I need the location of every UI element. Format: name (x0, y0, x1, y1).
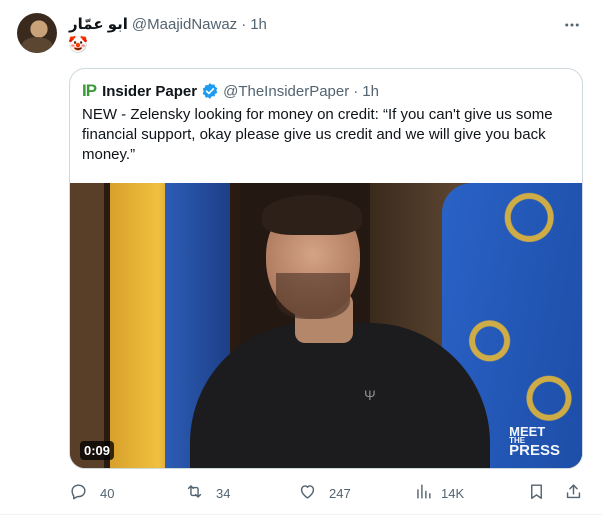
quoted-tweet-header: IP Insider Paper @TheInsiderPaper · 1h (82, 81, 379, 101)
separator-dot: · (241, 15, 247, 33)
quoted-author-logo: IP (82, 81, 97, 100)
video-player[interactable]: Ψ 0:09 MEET THE PRESS (70, 183, 582, 468)
more-icon[interactable] (562, 15, 582, 35)
bookmark-button[interactable] (527, 482, 546, 504)
author-name[interactable]: ابو عمّار (69, 15, 128, 33)
share-icon (564, 482, 583, 504)
quoted-tweet-time: 1h (362, 82, 379, 100)
like-count: 247 (329, 485, 351, 501)
speaker-hair (262, 195, 362, 235)
like-button[interactable]: 247 (298, 482, 351, 504)
speaker-beard (276, 273, 350, 319)
bookmark-icon (527, 482, 546, 504)
views-button[interactable]: 14K (414, 482, 464, 504)
action-bar: 40 34 247 14K (69, 482, 585, 504)
tweet-header: ابو عمّار @MaajidNawaz · 1h (69, 14, 267, 34)
avatar[interactable] (17, 13, 57, 53)
retweet-count: 34 (216, 485, 231, 501)
view-count: 14K (441, 485, 465, 501)
quoted-author-handle: @TheInsiderPaper (223, 82, 350, 100)
retweet-icon (185, 482, 204, 504)
author-handle[interactable]: @MaajidNawaz (132, 16, 237, 33)
tweet[interactable]: ابو عمّار @MaajidNawaz · 1h 🤡 IP Insider… (0, 0, 602, 515)
meet-the-press-logo: MEET THE PRESS (509, 425, 560, 459)
heart-icon (298, 482, 317, 504)
quoted-separator-dot: · (353, 82, 359, 100)
share-button[interactable] (564, 482, 583, 504)
video-duration-badge: 0:09 (80, 441, 115, 460)
bar-chart-icon (414, 482, 433, 504)
retweet-button[interactable]: 34 (185, 482, 230, 504)
quoted-tweet-text: NEW - Zelensky looking for money on cred… (82, 106, 553, 163)
watermark-line3: PRESS (509, 442, 560, 459)
reply-count: 40 (100, 485, 115, 501)
quoted-author-name: Insider Paper (102, 82, 198, 100)
quoted-tweet[interactable]: IP Insider Paper @TheInsiderPaper · 1h N… (69, 68, 583, 469)
trident-emblem-icon: Ψ (364, 387, 376, 403)
reply-icon (69, 482, 88, 504)
reply-button[interactable]: 40 (69, 482, 114, 504)
tweet-text-emoji: 🤡 (68, 37, 88, 54)
verified-badge-icon (201, 82, 219, 100)
tweet-time[interactable]: 1h (250, 16, 267, 33)
